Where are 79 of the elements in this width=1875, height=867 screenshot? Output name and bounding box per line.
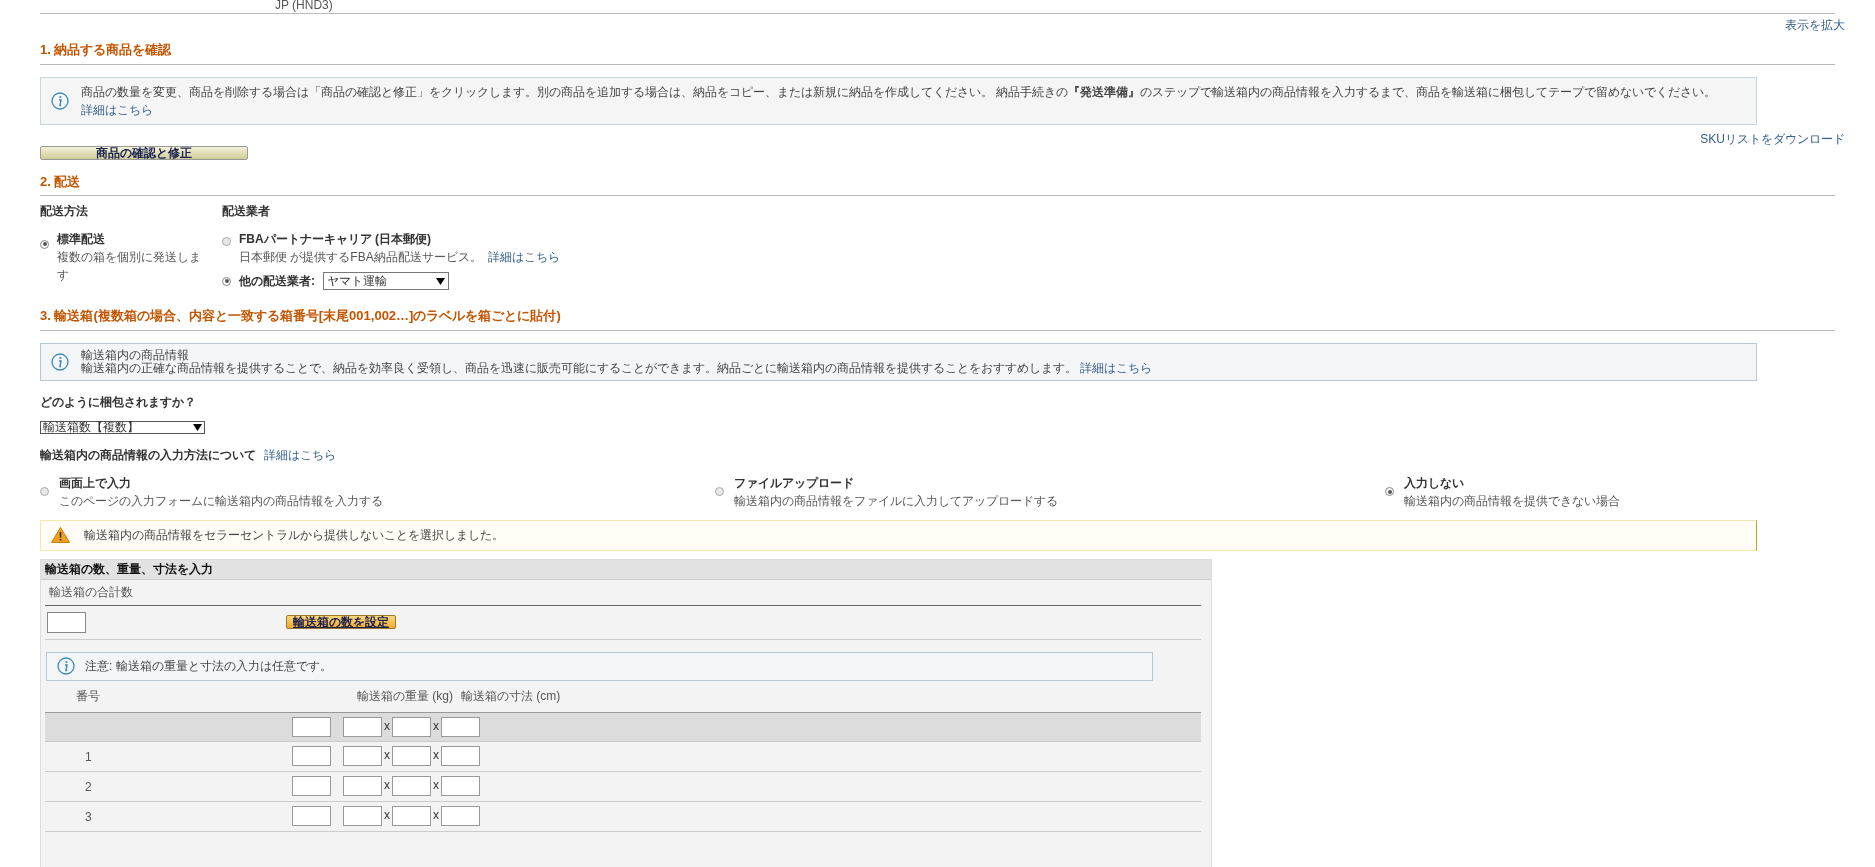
note-text: 注意: 輸送箱の重量と寸法の入力は任意です。 (85, 658, 332, 675)
info-icon (51, 352, 69, 371)
field-label: 配送業者 (222, 203, 271, 220)
times-sign: x (432, 717, 440, 735)
dropdown-arrow-icon (436, 277, 445, 285)
number-input[interactable] (292, 775, 331, 796)
radio-button[interactable] (40, 487, 49, 496)
field-label: 輸送箱内の商品情報の入力方法について (40, 446, 256, 464)
radio-button[interactable] (40, 239, 49, 249)
info-text: 輸送箱内の正確な商品情報を提供することで、納品を効率良く受領し、商品を迅速に販売可能にすることができます。納品ごとに輸送箱内の商品情報を提供することをおすすめします。 詳細はこちら (81, 361, 1153, 375)
carrier-dropdown[interactable]: ヤマト運輸 (323, 272, 449, 290)
packing-dropdown[interactable]: 輸送箱数【複数】 (40, 420, 205, 434)
section-heading: 3. 輸送箱(複数箱の場合、内容と一致する箱番号[末尾001,002…]のラベルを箱ごとに貼付) (40, 308, 561, 323)
section-heading: 2. 配送 (40, 173, 81, 189)
number-input[interactable] (392, 745, 431, 766)
field-label: 配送方法 (40, 203, 89, 220)
box-number: 3 (85, 808, 92, 826)
number-input[interactable] (441, 805, 480, 826)
set-box-count-button[interactable]: 輸送箱の数を設定 (286, 615, 396, 629)
number-input[interactable] (292, 745, 331, 766)
radio-button[interactable] (222, 237, 231, 246)
times-sign: x (432, 806, 440, 824)
details-link[interactable]: 詳細はこちら (487, 248, 560, 266)
number-input[interactable] (343, 745, 382, 766)
number-input[interactable] (441, 775, 480, 796)
number-input[interactable] (392, 805, 431, 826)
option-description: このページの入力フォームに輸送箱内の商品情報を入力する (59, 492, 383, 510)
column-header: 輸送箱の重量 (kg) (356, 688, 454, 705)
field-label: 輸送箱の合計数 (49, 584, 133, 601)
option-description: 日本郵便 が提供するFBA納品配送サービス。 (239, 249, 482, 266)
details-link[interactable]: 詳細はこちら (81, 102, 153, 117)
details-link[interactable]: 詳細はこちら (264, 445, 336, 464)
times-sign: x (383, 806, 391, 824)
number-input[interactable] (392, 716, 431, 737)
times-sign: x (383, 717, 391, 735)
option-title: FBAパートナーキャリア (日本郵便) (239, 231, 432, 248)
info-icon (57, 657, 75, 675)
warning-text: 輸送箱内の商品情報をセラーセントラルから提供しないことを選択しました。 (84, 527, 504, 544)
number-input[interactable] (292, 716, 331, 737)
number-input[interactable] (441, 745, 480, 766)
box-count-input[interactable] (47, 611, 86, 633)
option-description: 輸送箱内の商品情報を提供できない場合 (1404, 492, 1620, 510)
info-icon (51, 91, 69, 110)
panel-header: 輸送箱の数、重量、寸法を入力 (41, 559, 1211, 580)
times-sign: x (432, 746, 440, 764)
times-sign: x (432, 776, 440, 794)
option-title: ファイルアップロード (734, 474, 855, 492)
warning-icon (51, 527, 70, 543)
number-input[interactable] (343, 716, 382, 737)
option-description: 輸送箱内の商品情報をファイルに入力してアップロードする (734, 492, 1058, 510)
radio-button[interactable] (715, 487, 724, 496)
times-sign: x (383, 776, 391, 794)
fulfillment-center-text: JP (HND3) (275, 0, 333, 11)
times-sign: x (383, 746, 391, 764)
zoom-link[interactable]: 表示を拡大 (1785, 16, 1845, 34)
option-title: 入力しない (1404, 474, 1465, 492)
number-input[interactable] (441, 716, 480, 737)
section-heading: 1. 納品する商品を確認 (40, 42, 172, 57)
radio-button[interactable] (222, 276, 231, 286)
review-products-button[interactable]: 商品の確認と修正 (40, 145, 248, 160)
box-number: 1 (85, 748, 92, 766)
radio-button[interactable] (1385, 487, 1394, 496)
dropdown-arrow-icon (193, 423, 202, 431)
info-text: 商品の数量を変更、商品を削除する場合は「商品の確認と修正」をクリックします。別の商品を追加する場合は、納品をコピー、または新規に納品を作成してください。 納品手続きの『発送準備』のステップで輸送箱内の商品情報を入力するまで、商品を輸送箱に梱包してテープで留めないでください。 詳細はこちら (81, 83, 1718, 119)
number-input[interactable] (343, 805, 382, 826)
details-link[interactable]: 詳細はこちら (1080, 360, 1153, 375)
option-title: 他の配送業者: (239, 273, 315, 290)
sku-download-link[interactable]: SKUリストをダウンロード (1700, 129, 1845, 148)
option-title: 標準配送 (57, 231, 106, 248)
info-title: 輸送箱内の商品情報 (81, 348, 189, 362)
number-input[interactable] (392, 775, 431, 796)
option-description: 複数の箱を個別に発送します (57, 249, 202, 284)
number-input[interactable] (292, 805, 331, 826)
column-header: 番号 (76, 688, 101, 705)
option-title: 画面上で入力 (59, 474, 132, 492)
number-input[interactable] (343, 775, 382, 796)
box-number: 2 (85, 778, 92, 796)
column-header: 輸送箱の寸法 (cm) (461, 688, 561, 705)
packing-question: どのように梱包されますか？ (40, 393, 197, 411)
